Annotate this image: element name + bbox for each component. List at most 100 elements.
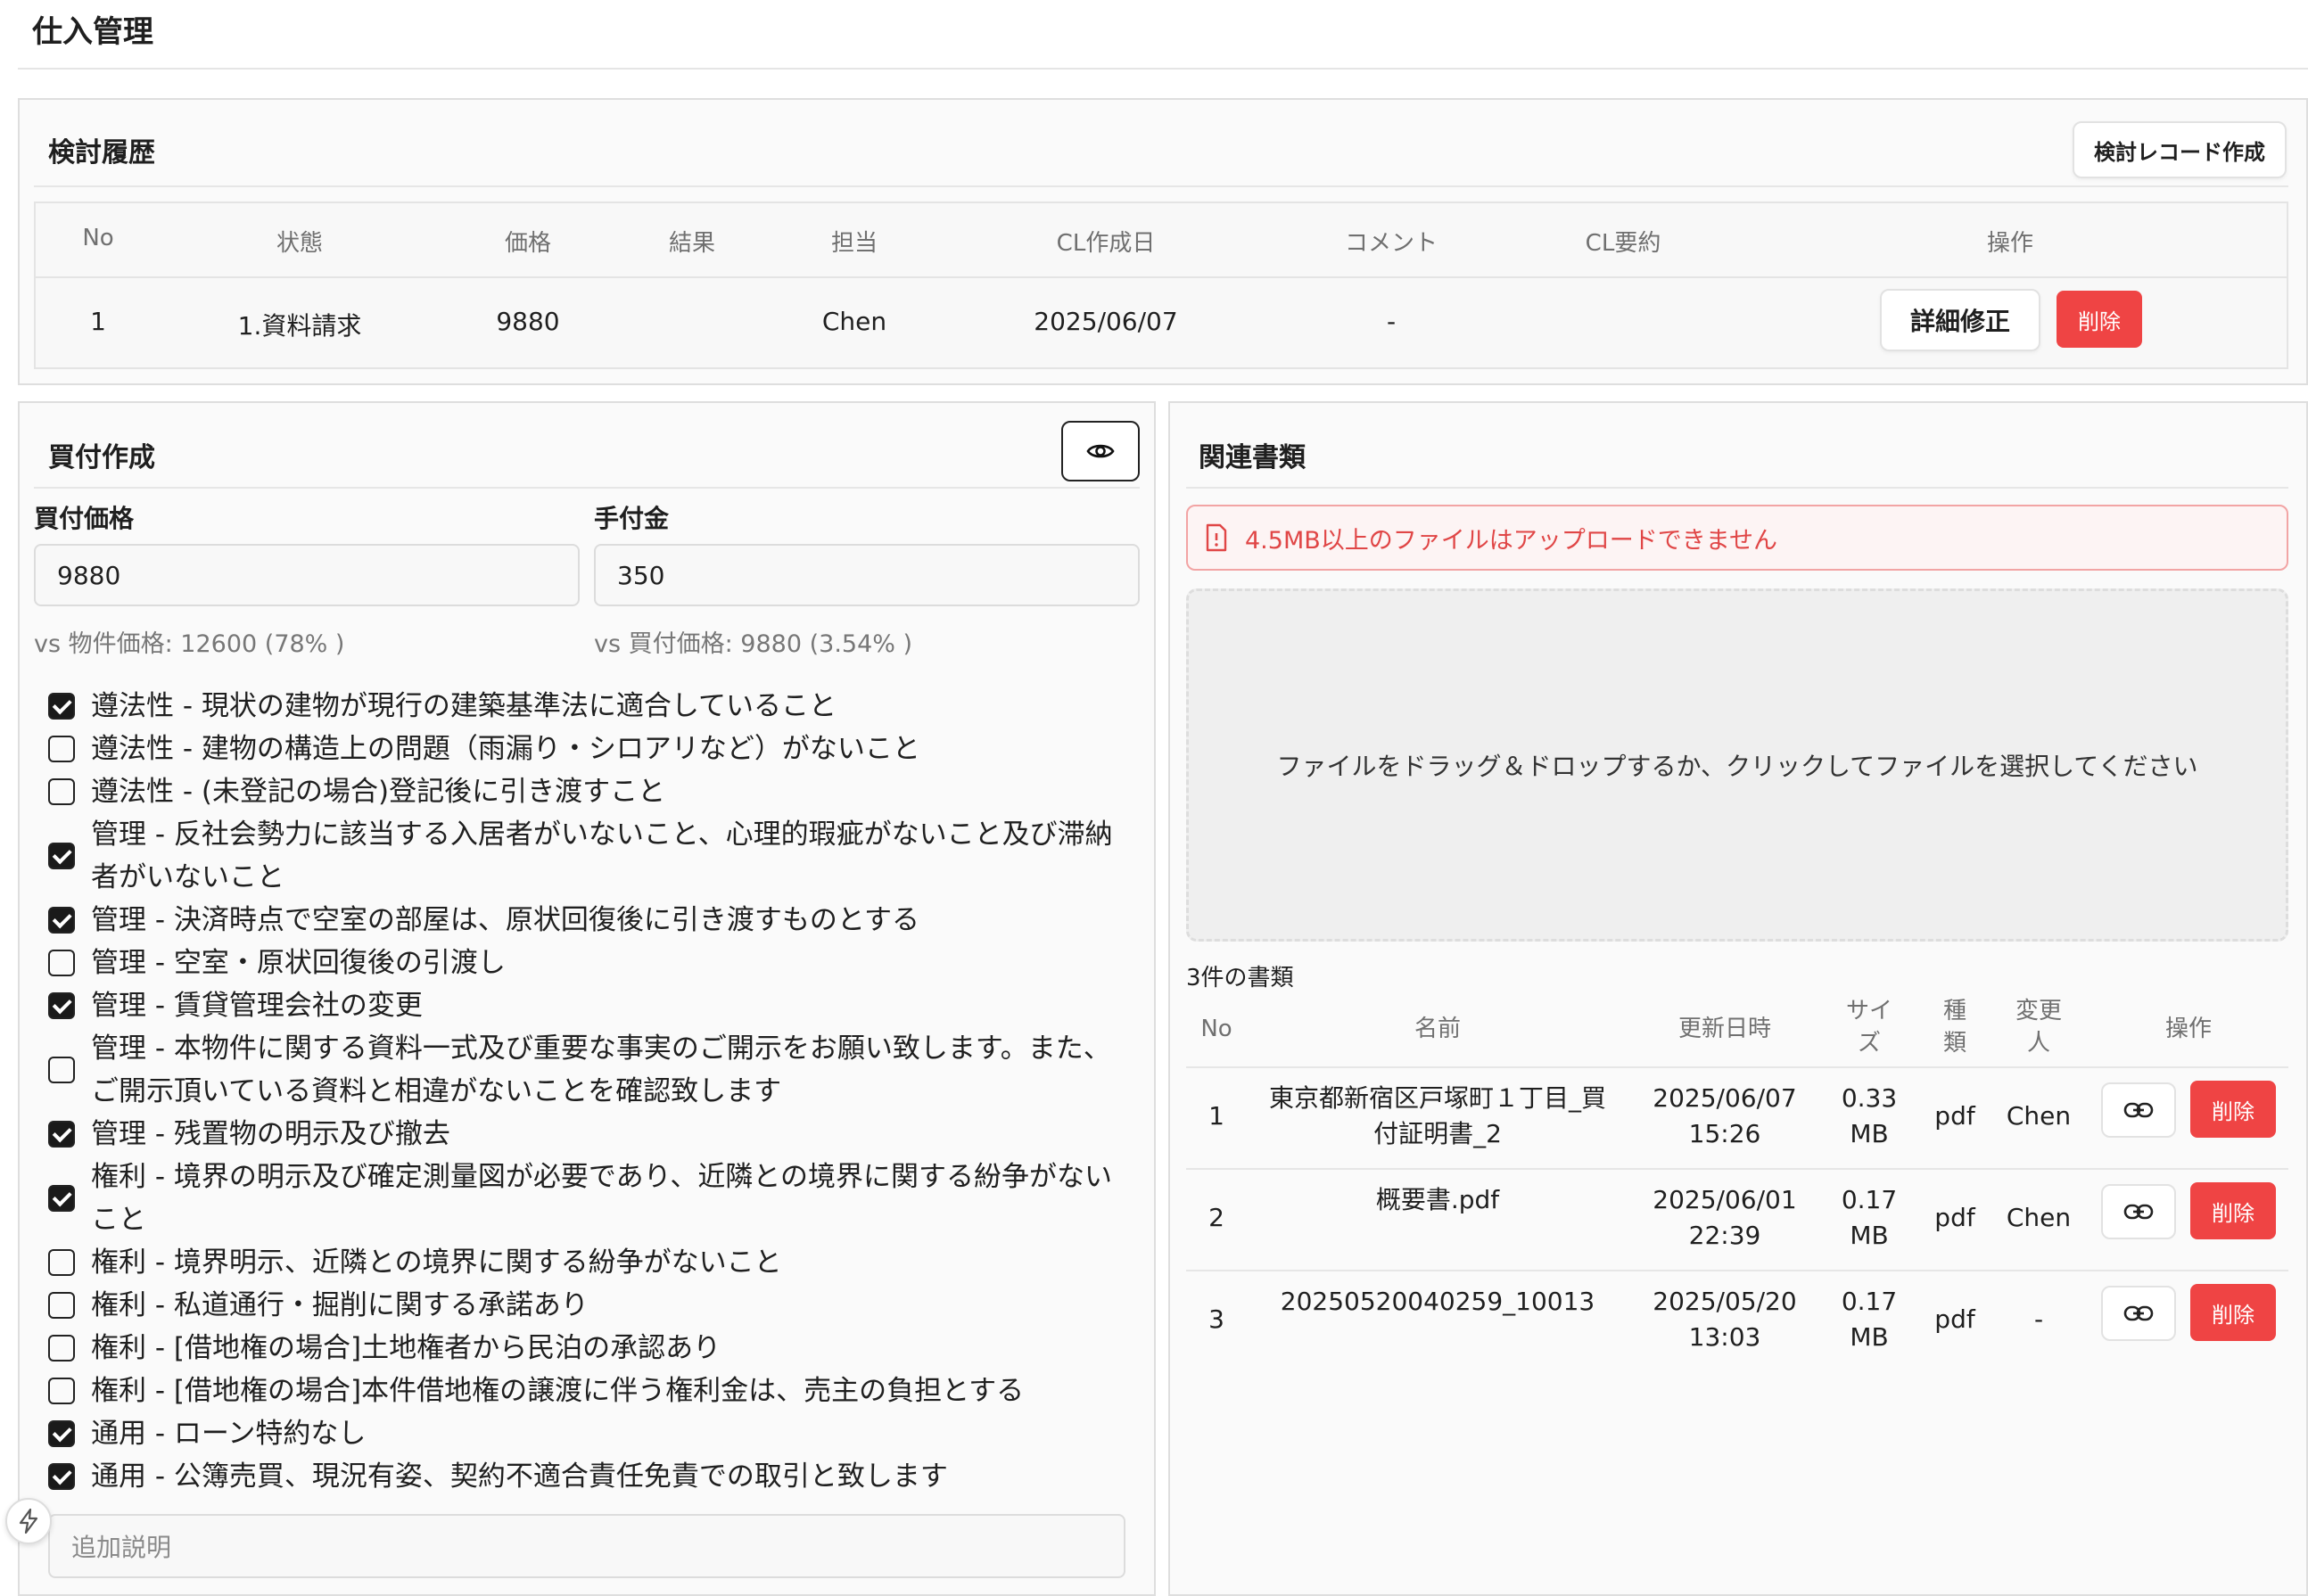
checklist-item-label: 遵法性 - 建物の構造上の問題（雨漏り・シロアリなど）がないこと [91,733,920,765]
create-review-record-button[interactable]: 検討レコード作成 [2073,121,2287,178]
checklist-item[interactable]: 管理 - 残置物の明示及び撤去 [48,1113,1127,1156]
doc-col-no: No [1200,1016,1232,1042]
documents-header-divider [1186,487,2288,489]
checkbox-unchecked[interactable] [48,950,75,976]
checkbox-unchecked[interactable] [48,1057,75,1083]
checklist-item[interactable]: 管理 - 賃貸管理会社の変更 [48,984,1127,1027]
checkbox-checked[interactable] [48,1185,75,1212]
col-comment: コメント [1344,230,1438,257]
checklist-item[interactable]: 通用 - ローン特約なし [48,1412,1127,1455]
delete-document-button[interactable]: 削除 [2190,1081,2276,1138]
upload-size-alert: 4.5MB以上のファイルはアップロードできません [1186,505,2288,571]
doc-col-size: サイズ [1845,998,1892,1057]
page-title: 仕入管理 [32,14,153,50]
checkbox-unchecked[interactable] [48,1249,75,1276]
checklist-item[interactable]: 管理 - 空室・原状回復後の引渡し [48,942,1127,984]
row-cl-date: 2025/06/07 [1034,307,1178,336]
documents-panel [1168,401,2308,1596]
file-dropzone[interactable]: ファイルをドラッグ＆ドロップするか、クリックしてファイルを選択してください [1186,588,2288,942]
col-cl-summary: CL要約 [1585,230,1661,257]
checklist-item[interactable]: 管理 - 本物件に関する資料一式及び重要な事実のご開示をお願い致します。また、ご… [48,1027,1127,1113]
checklist-item[interactable]: 遵法性 - 建物の構造上の問題（雨漏り・シロアリなど）がないこと [48,728,1127,770]
col-status: 状態 [276,230,324,257]
checkbox-checked[interactable] [48,1121,75,1148]
checklist-item[interactable]: 管理 - 決済時点で空室の部屋は、原状回復後に引き渡すものとする [48,899,1127,942]
doc-type: pdf [1934,1304,1975,1334]
deposit-input[interactable]: 350 [594,544,1140,606]
row-price: 9880 [496,307,560,336]
checklist-item[interactable]: 通用 - 公簿売買、現況有姿、契約不適合責任免責での取引と致します [48,1455,1127,1498]
additional-notes-input[interactable]: 追加説明 [48,1514,1125,1578]
checklist-item[interactable]: 権利 - 境界明示、近隣との境界に関する紛争がないこと [48,1241,1127,1284]
deposit-label: 手付金 [594,504,670,533]
purchase-header-divider [34,487,1140,489]
link-icon [2123,1102,2154,1118]
checkbox-checked[interactable] [48,693,75,720]
doc-name: 20250520040259_10013 [1280,1287,1595,1316]
checkbox-unchecked[interactable] [48,1335,75,1362]
deposit-hint: vs 買付価格: 9880 (3.54% ) [594,630,913,658]
col-assignee: 担当 [830,230,878,257]
col-price: 価格 [504,230,552,257]
checklist-item[interactable]: 権利 - 境界の明示及び確定測量図が必要であり、近隣との境界に関する紛争がないこ… [48,1156,1127,1241]
doc-col-type: 種類 [1942,998,1966,1057]
doc-updated: 2025/05/20 13:03 [1653,1287,1797,1352]
doc-updated: 2025/06/07 15:26 [1653,1083,1797,1148]
checkbox-checked[interactable] [48,992,75,1019]
copy-link-button[interactable] [2101,1286,2176,1341]
purchase-title: 買付作成 [48,442,155,473]
review-table: No 状態 価格 結果 担当 CL作成日 コメント CL要約 操作 1 1.資料… [34,202,2288,369]
checkbox-checked[interactable] [48,1420,75,1447]
copy-link-button[interactable] [2101,1082,2176,1138]
doc-col-changed-by: 変更人 [2015,998,2062,1057]
upload-size-alert-text: 4.5MB以上のファイルはアップロードできません [1245,526,1777,555]
doc-name: 概要書.pdf [1375,1185,1500,1214]
purchase-price-input[interactable]: 9880 [34,544,580,606]
checklist-item[interactable]: 遵法性 - 現状の建物が現行の建築基準法に適合していること [48,685,1127,728]
checklist-item[interactable]: 権利 - [借地権の場合]土地権者から民泊の承認あり [48,1327,1127,1370]
link-icon [2123,1204,2154,1220]
checklist-item[interactable]: 権利 - [借地権の場合]本件借地権の譲渡に伴う権利金は、売主の負担とする [48,1370,1127,1412]
checkbox-unchecked[interactable] [48,778,75,805]
additional-notes-placeholder: 追加説明 [71,1533,172,1562]
checklist-item[interactable]: 遵法性 - (未登記の場合)登記後に引き渡すこと [48,770,1127,813]
doc-size: 0.17 MB [1841,1287,1898,1352]
doc-type: pdf [1934,1101,1975,1131]
checklist-item-label: 遵法性 - 現状の建物が現行の建築基準法に適合していること [91,690,837,722]
edit-detail-button[interactable]: 詳細修正 [1880,289,2040,351]
document-count: 3件の書類 [1186,965,1294,991]
checkbox-unchecked[interactable] [48,1378,75,1404]
checklist-item-label: 権利 - 境界明示、近隣との境界に関する紛争がないこと [91,1246,782,1279]
delete-document-button[interactable]: 削除 [2190,1284,2276,1341]
purchase-price-hint: vs 物件価格: 12600 (78% ) [34,630,345,658]
doc-size: 0.33 MB [1841,1083,1898,1148]
delete-document-button[interactable]: 削除 [2190,1182,2276,1239]
doc-col-updated: 更新日時 [1677,1016,1772,1042]
checklist-item-label: 管理 - 賃貸管理会社の変更 [91,990,423,1022]
checklist-item-label: 権利 - [借地権の場合]土地権者から民泊の承認あり [91,1332,721,1364]
doc-no: 1 [1208,1101,1224,1131]
checklist-item-label: 管理 - 残置物の明示及び撤去 [91,1118,450,1150]
checkbox-checked[interactable] [48,843,75,869]
doc-col-actions: 操作 [2164,1016,2213,1042]
checkbox-unchecked[interactable] [48,1292,75,1319]
doc-changed-by: Chen [2006,1101,2072,1131]
checklist-item[interactable]: 管理 - 反社会勢力に該当する入居者がいないこと、心理的瑕疵がないこと及び滞納者… [48,813,1127,899]
doc-no: 2 [1208,1203,1224,1232]
checklist-item[interactable]: 権利 - 私道通行・掘削に関する承諾あり [48,1284,1127,1327]
doc-updated: 2025/06/01 22:39 [1653,1185,1797,1250]
checklist-item-label: 権利 - [借地権の場合]本件借地権の譲渡に伴う権利金は、売主の負担とする [91,1375,1025,1407]
row-assignee: Chen [821,307,887,336]
col-cl-date: CL作成日 [1056,230,1156,257]
delete-review-button[interactable]: 削除 [2057,291,2142,348]
checkbox-checked[interactable] [48,907,75,934]
checklist-item-label: 権利 - 私道通行・掘削に関する承諾あり [91,1289,589,1321]
checklist-item-label: 管理 - 空室・原状回復後の引渡し [91,947,506,979]
checkbox-checked[interactable] [48,1463,75,1490]
preview-button[interactable] [1061,421,1140,481]
row-comment: - [1386,307,1397,336]
dropzone-text: ファイルをドラッグ＆ドロップするか、クリックしてファイルを選択してください [1276,752,2198,781]
checkbox-unchecked[interactable] [48,736,75,762]
copy-link-button[interactable] [2101,1184,2176,1239]
quick-action-button[interactable] [5,1498,52,1544]
